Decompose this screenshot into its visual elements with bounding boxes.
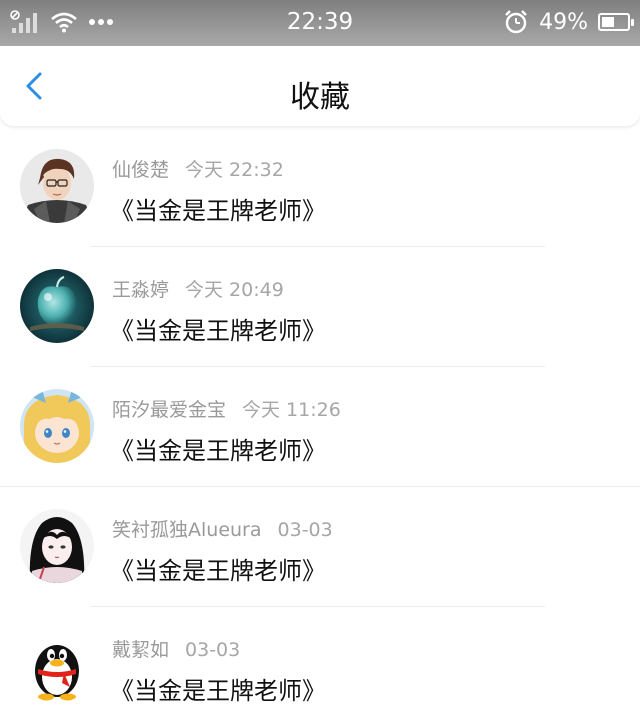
- favorite-content: 《当金是王牌老师》: [110, 197, 326, 225]
- timestamp: 今天 22:32: [185, 159, 284, 181]
- item-meta: 笑衬孤独Alueura 03-03: [112, 515, 333, 542]
- favorite-content: 《当金是王牌老师》: [110, 437, 326, 465]
- battery-level: [602, 17, 614, 27]
- battery-percent: 49%: [539, 9, 588, 35]
- favorite-content: 《当金是王牌老师》: [110, 677, 326, 705]
- avatar[interactable]: [20, 269, 94, 343]
- favorites-list: 仙俊楚 今天 22:32 《当金是王牌老师》 王淼婷 今天 20:49 《当金是…: [0, 127, 640, 727]
- qq-penguin-avatar: [20, 629, 94, 703]
- avatar[interactable]: [20, 149, 94, 223]
- anime-girl-avatar: [20, 509, 94, 583]
- item-meta: 陌汐最爱金宝 今天 11:26: [112, 395, 341, 422]
- favorite-item[interactable]: 陌汐最爱金宝 今天 11:26 《当金是王牌老师》: [0, 367, 640, 487]
- favorite-item[interactable]: 笑衬孤独Alueura 03-03 《当金是王牌老师》: [0, 487, 640, 607]
- item-meta: 仙俊楚 今天 22:32: [112, 155, 284, 182]
- avatar[interactable]: [20, 509, 94, 583]
- avatar[interactable]: [20, 389, 94, 463]
- nav-header: 收藏: [0, 46, 640, 126]
- alarm-icon: [505, 10, 527, 34]
- anime-boy-glasses-avatar: [20, 149, 94, 223]
- favorite-content: 《当金是王牌老师》: [110, 317, 326, 345]
- timestamp: 03-03: [185, 639, 241, 661]
- favorite-item[interactable]: 仙俊楚 今天 22:32 《当金是王牌老师》: [0, 127, 640, 247]
- anime-blonde-avatar: [20, 389, 94, 463]
- avatar[interactable]: [20, 629, 94, 703]
- user-name: 仙俊楚: [112, 159, 170, 181]
- glass-apple-avatar: [20, 269, 94, 343]
- status-right: 49%: [503, 9, 634, 35]
- timestamp: 03-03: [277, 519, 333, 541]
- user-name: 王淼婷: [112, 279, 170, 301]
- user-name: 陌汐最爱金宝: [112, 399, 227, 421]
- favorite-item[interactable]: 戴絜如 03-03 《当金是王牌老师》: [0, 607, 640, 727]
- favorite-content: 《当金是王牌老师》: [110, 557, 326, 585]
- battery-icon: [598, 13, 634, 31]
- timestamp: 今天 11:26: [242, 399, 341, 421]
- page-title: 收藏: [290, 80, 350, 115]
- item-meta: 戴絜如 03-03: [112, 635, 240, 662]
- status-bar: 22:39 49%: [0, 0, 640, 46]
- item-meta: 王淼婷 今天 20:49: [112, 275, 284, 302]
- user-name: 笑衬孤独Alueura: [112, 519, 262, 541]
- user-name: 戴絜如: [112, 639, 170, 661]
- timestamp: 今天 20:49: [185, 279, 284, 301]
- favorite-item[interactable]: 王淼婷 今天 20:49 《当金是王牌老师》: [0, 247, 640, 367]
